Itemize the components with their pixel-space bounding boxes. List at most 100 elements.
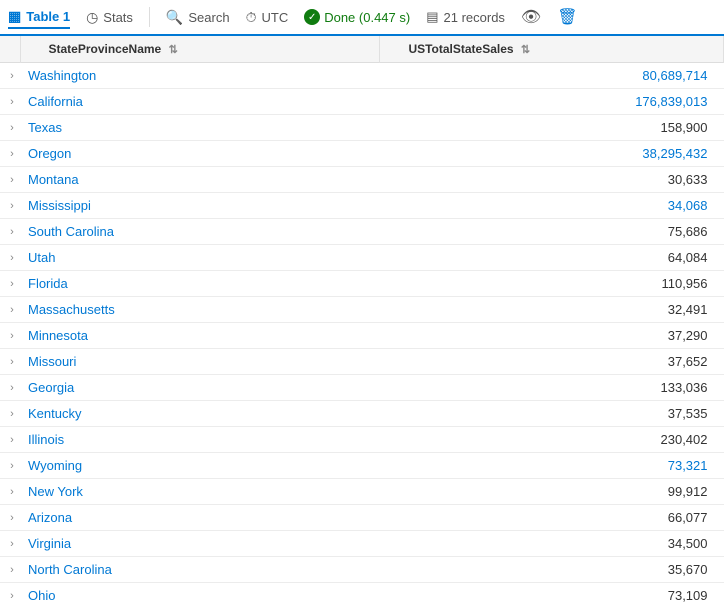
table-row: ›Virginia34,500 <box>0 531 724 557</box>
sales-value-cell: 37,652 <box>380 349 724 375</box>
row-expand-icon[interactable]: › <box>0 427 20 453</box>
table-label: Table 1 <box>26 9 70 24</box>
sales-value-cell: 133,036 <box>380 375 724 401</box>
state-name-cell: Minnesota <box>20 323 380 349</box>
row-expand-icon[interactable]: › <box>0 557 20 583</box>
col-header-state[interactable]: StateProvinceName ⇅ <box>20 36 380 63</box>
sales-value-cell: 38,295,432 <box>380 141 724 167</box>
table-row: ›South Carolina75,686 <box>0 219 724 245</box>
table-row: ›Missouri37,652 <box>0 349 724 375</box>
table-row: ›North Carolina35,670 <box>0 557 724 583</box>
sales-value-cell: 30,633 <box>380 167 724 193</box>
table-row: ›Wyoming73,321 <box>0 453 724 479</box>
table-row: ›Washington80,689,714 <box>0 63 724 89</box>
table-header-row: StateProvinceName ⇅ USTotalStateSales ⇅ <box>0 36 724 63</box>
table-tab[interactable]: ▦ Table 1 <box>8 8 70 29</box>
table-row: ›California176,839,013 <box>0 89 724 115</box>
state-name-cell: Arizona <box>20 505 380 531</box>
table-row: ›Massachusetts32,491 <box>0 297 724 323</box>
row-expand-icon[interactable]: › <box>0 531 20 557</box>
toolbar: ▦ Table 1 ◷ Stats 🔍 Search ⏱ UTC ✓ Done … <box>0 0 724 36</box>
table-row: ›Texas158,900 <box>0 115 724 141</box>
row-expand-icon[interactable]: › <box>0 271 20 297</box>
state-name-cell: Washington <box>20 63 380 89</box>
row-expand-icon[interactable]: › <box>0 479 20 505</box>
sales-value-cell: 37,290 <box>380 323 724 349</box>
state-name-cell: South Carolina <box>20 219 380 245</box>
search-icon: 🔍 <box>166 9 183 26</box>
state-name-cell: Oregon <box>20 141 380 167</box>
table-row: ›Kentucky37,535 <box>0 401 724 427</box>
row-expand-icon[interactable]: › <box>0 375 20 401</box>
stats-icon: ◷ <box>86 9 98 26</box>
sales-value-cell: 37,535 <box>380 401 724 427</box>
table-row: ›Minnesota37,290 <box>0 323 724 349</box>
sales-value-cell: 80,689,714 <box>380 63 724 89</box>
table-row: ›Oregon38,295,432 <box>0 141 724 167</box>
row-expand-icon[interactable]: › <box>0 505 20 531</box>
records-info: ▤ 21 records <box>426 9 505 25</box>
sales-value-cell: 110,956 <box>380 271 724 297</box>
table-row: ›Ohio73,109 <box>0 583 724 606</box>
sales-value-cell: 75,686 <box>380 219 724 245</box>
search-button[interactable]: 🔍 Search <box>166 9 230 26</box>
data-table: StateProvinceName ⇅ USTotalStateSales ⇅ … <box>0 36 724 606</box>
stats-label: Stats <box>103 10 133 25</box>
row-expand-icon[interactable]: › <box>0 89 20 115</box>
table-row: ›Florida110,956 <box>0 271 724 297</box>
sales-value-cell: 158,900 <box>380 115 724 141</box>
row-expand-icon[interactable]: › <box>0 115 20 141</box>
col-header-sales[interactable]: USTotalStateSales ⇅ <box>380 36 724 63</box>
row-expand-icon[interactable]: › <box>0 323 20 349</box>
table-row: ›Illinois230,402 <box>0 427 724 453</box>
done-label: Done (0.447 s) <box>324 10 410 25</box>
table-row: ›Utah64,084 <box>0 245 724 271</box>
row-expand-icon[interactable]: › <box>0 297 20 323</box>
state-name-cell: Texas <box>20 115 380 141</box>
row-expand-icon[interactable]: › <box>0 583 20 606</box>
stats-tab[interactable]: ◷ Stats <box>86 9 133 26</box>
state-name-cell: Illinois <box>20 427 380 453</box>
sales-value-cell: 99,912 <box>380 479 724 505</box>
sales-value-cell: 35,670 <box>380 557 724 583</box>
state-name-cell: Wyoming <box>20 453 380 479</box>
sort-icon-state: ⇅ <box>169 44 178 56</box>
row-expand-icon[interactable]: › <box>0 63 20 89</box>
trash-button[interactable]: 🗑 <box>557 7 577 27</box>
sales-value-cell: 73,109 <box>380 583 724 606</box>
records-label: 21 records <box>444 10 505 25</box>
state-name-cell: Utah <box>20 245 380 271</box>
table-icon: ▦ <box>8 8 21 25</box>
row-expand-icon[interactable]: › <box>0 219 20 245</box>
row-expand-icon[interactable]: › <box>0 193 20 219</box>
state-name-cell: Mississippi <box>20 193 380 219</box>
table-row: ›New York99,912 <box>0 479 724 505</box>
row-expand-icon[interactable]: › <box>0 453 20 479</box>
state-name-cell: New York <box>20 479 380 505</box>
sales-value-cell: 66,077 <box>380 505 724 531</box>
utc-button[interactable]: ⏱ UTC <box>246 9 289 26</box>
separator-1 <box>149 7 150 27</box>
row-expand-icon[interactable]: › <box>0 141 20 167</box>
row-expand-icon[interactable]: › <box>0 245 20 271</box>
state-name-cell: Ohio <box>20 583 380 606</box>
state-name-cell: Florida <box>20 271 380 297</box>
eye-button[interactable]: 👁 <box>521 7 541 27</box>
row-expand-icon[interactable]: › <box>0 349 20 375</box>
sales-value-cell: 34,500 <box>380 531 724 557</box>
table-row: ›Mississippi34,068 <box>0 193 724 219</box>
state-name-cell: Virginia <box>20 531 380 557</box>
sort-icon-sales: ⇅ <box>521 44 530 56</box>
table-row: ›Arizona66,077 <box>0 505 724 531</box>
row-expand-icon[interactable]: › <box>0 401 20 427</box>
state-name-cell: Georgia <box>20 375 380 401</box>
sales-value-cell: 176,839,013 <box>380 89 724 115</box>
state-name-cell: Kentucky <box>20 401 380 427</box>
state-name-cell: North Carolina <box>20 557 380 583</box>
table-row: ›Georgia133,036 <box>0 375 724 401</box>
expand-col-header <box>0 36 20 63</box>
sales-value-cell: 73,321 <box>380 453 724 479</box>
row-expand-icon[interactable]: › <box>0 167 20 193</box>
sales-value-cell: 34,068 <box>380 193 724 219</box>
sales-value-cell: 32,491 <box>380 297 724 323</box>
